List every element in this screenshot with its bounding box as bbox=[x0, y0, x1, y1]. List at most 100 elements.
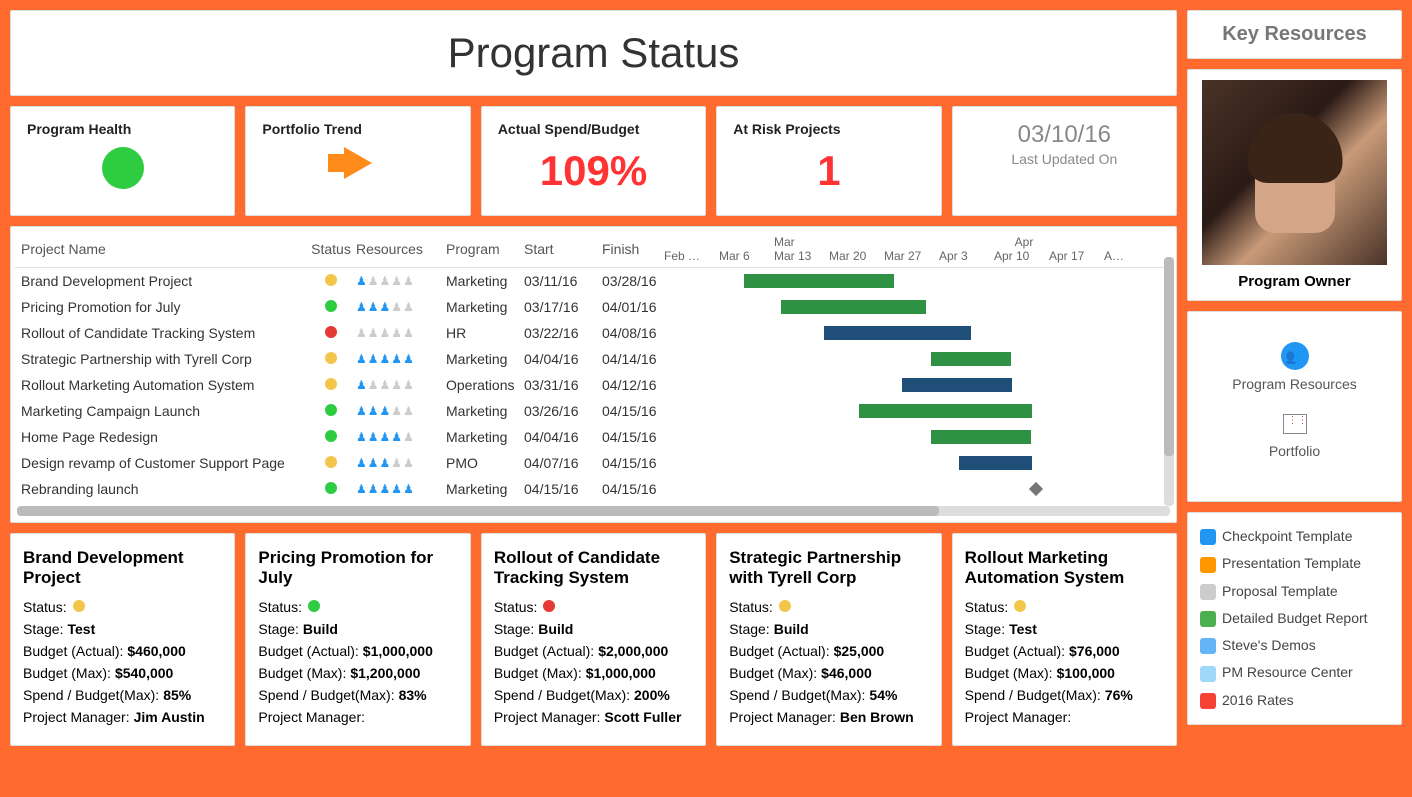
resource-link[interactable]: Presentation Template bbox=[1200, 550, 1389, 577]
status-dot-icon bbox=[325, 326, 337, 338]
table-row[interactable]: Home Page Redesign♟♟♟♟♟Marketing04/04/16… bbox=[15, 424, 1172, 450]
kpi-at-risk: At Risk Projects 1 bbox=[716, 106, 941, 216]
card-field-value: $100,000 bbox=[1057, 665, 1115, 681]
resource-icon: ♟ bbox=[356, 404, 367, 418]
resource-icon: ♟ bbox=[403, 456, 414, 470]
resource-icon: ♟ bbox=[403, 300, 414, 314]
resource-link[interactable]: Proposal Template bbox=[1200, 578, 1389, 605]
card-field-label: Stage: bbox=[23, 621, 63, 637]
resource-icon: ♟ bbox=[368, 274, 379, 288]
card-title: Pricing Promotion for July bbox=[258, 548, 457, 589]
timeline-week: Mar 20 bbox=[829, 249, 884, 263]
table-row[interactable]: Design revamp of Customer Support Page♟♟… bbox=[15, 450, 1172, 476]
card-title: Brand Development Project bbox=[23, 548, 222, 589]
resource-icon: ♟ bbox=[391, 274, 402, 288]
portfolio-link[interactable]: Portfolio bbox=[1198, 414, 1391, 459]
table-row[interactable]: Rebranding launch♟♟♟♟♟Marketing04/15/160… bbox=[15, 476, 1172, 502]
resource-icon: ♟ bbox=[380, 300, 391, 314]
card-field-label: Stage: bbox=[494, 621, 534, 637]
card-field-label: Spend / Budget(Max): bbox=[729, 687, 865, 703]
resource-link[interactable]: PM Resource Center bbox=[1200, 659, 1389, 686]
project-name: Marketing Campaign Launch bbox=[21, 403, 306, 419]
resource-icon: ♟ bbox=[403, 482, 414, 496]
col-header-status[interactable]: Status bbox=[306, 241, 356, 257]
link-label: Steve's Demos bbox=[1222, 637, 1316, 653]
gantt-bar[interactable] bbox=[931, 352, 1011, 366]
updated-date: 03/10/16 bbox=[969, 121, 1160, 149]
program-resources-link[interactable]: 👥 Program Resources bbox=[1198, 342, 1391, 392]
card-field-value: Ben Brown bbox=[840, 709, 914, 725]
resource-link[interactable]: Detailed Budget Report bbox=[1200, 605, 1389, 632]
resource-icon: ♟ bbox=[380, 352, 391, 366]
program-cell: Operations bbox=[446, 377, 524, 393]
project-card[interactable]: Strategic Partnership with Tyrell Corp St… bbox=[716, 533, 941, 746]
status-dot-icon bbox=[325, 274, 337, 286]
table-row[interactable]: Pricing Promotion for July♟♟♟♟♟Marketing… bbox=[15, 294, 1172, 320]
table-row[interactable]: Rollout Marketing Automation System♟♟♟♟♟… bbox=[15, 372, 1172, 398]
card-field-value: $1,200,000 bbox=[350, 665, 420, 681]
project-card[interactable]: Rollout Marketing Automation SystemStatu… bbox=[952, 533, 1177, 746]
status-dot-icon bbox=[308, 600, 320, 612]
start-cell: 04/04/16 bbox=[524, 429, 602, 445]
project-name: Rebranding launch bbox=[21, 481, 306, 497]
card-field-value: Test bbox=[1009, 621, 1037, 637]
resource-link[interactable]: Checkpoint Template bbox=[1200, 523, 1389, 550]
card-title: Rollout of Candidate Tracking System bbox=[494, 548, 693, 589]
resource-icon: ♟ bbox=[356, 326, 367, 340]
cards-row: Brand Development ProjectStatus:Stage:Te… bbox=[10, 533, 1177, 746]
start-cell: 04/07/16 bbox=[524, 455, 602, 471]
link-label: Detailed Budget Report bbox=[1222, 610, 1368, 626]
gantt-bar[interactable] bbox=[859, 404, 1032, 418]
card-title: Strategic Partnership with Tyrell Corp bbox=[729, 548, 928, 589]
owner-avatar[interactable] bbox=[1202, 80, 1387, 265]
resource-icon: ♟ bbox=[368, 482, 379, 496]
table-row[interactable]: Rollout of Candidate Tracking System♟♟♟♟… bbox=[15, 320, 1172, 346]
project-card[interactable]: Pricing Promotion for JulyStatus:Stage:B… bbox=[245, 533, 470, 746]
gantt-bar[interactable] bbox=[744, 274, 894, 288]
status-dot-icon bbox=[1014, 600, 1026, 612]
table-row[interactable]: Marketing Campaign Launch♟♟♟♟♟Marketing0… bbox=[15, 398, 1172, 424]
kpi-spend-budget: Actual Spend/Budget 109% bbox=[481, 106, 706, 216]
card-field-label: Project Manager: bbox=[494, 709, 601, 725]
project-card[interactable]: Rollout of Candidate Tracking System Stat… bbox=[481, 533, 706, 746]
table-row[interactable]: Strategic Partnership with Tyrell Corp♟♟… bbox=[15, 346, 1172, 372]
col-header-name[interactable]: Project Name bbox=[21, 241, 306, 257]
resource-icon: ♟ bbox=[403, 404, 414, 418]
start-cell: 03/17/16 bbox=[524, 299, 602, 315]
resource-icon: ♟ bbox=[403, 326, 414, 340]
card-field-label: Stage: bbox=[965, 621, 1005, 637]
resource-link[interactable]: 2016 Rates bbox=[1200, 687, 1389, 714]
file-icon bbox=[1200, 584, 1216, 600]
kpi-row: Program Health Portfolio Trend Actual Sp… bbox=[10, 106, 1177, 216]
resource-icon: ♟ bbox=[391, 352, 402, 366]
col-header-program[interactable]: Program bbox=[446, 241, 524, 257]
col-header-start[interactable]: Start bbox=[524, 241, 602, 257]
card-field-value: Build bbox=[303, 621, 338, 637]
gantt-bar[interactable] bbox=[902, 378, 1012, 392]
vertical-scrollbar[interactable] bbox=[1164, 257, 1174, 506]
gantt-bar[interactable] bbox=[931, 430, 1031, 444]
risk-value: 1 bbox=[817, 147, 840, 194]
col-header-finish[interactable]: Finish bbox=[602, 241, 664, 257]
file-icon bbox=[1200, 557, 1216, 573]
gantt-bar[interactable] bbox=[781, 300, 926, 314]
horizontal-scrollbar[interactable] bbox=[17, 506, 1170, 516]
col-header-resources[interactable]: Resources bbox=[356, 241, 446, 257]
card-field-label: Status: bbox=[729, 599, 773, 615]
card-field-label: Budget (Actual): bbox=[494, 643, 594, 659]
timeline-week: A… bbox=[1104, 249, 1159, 263]
status-dot-icon bbox=[543, 600, 555, 612]
timeline-week: Mar 6 bbox=[719, 249, 774, 263]
links-panel: Checkpoint TemplatePresentation Template… bbox=[1187, 512, 1402, 725]
resource-icon: ♟ bbox=[368, 300, 379, 314]
card-field-value: $1,000,000 bbox=[586, 665, 656, 681]
table-row[interactable]: Brand Development Project♟♟♟♟♟Marketing0… bbox=[15, 268, 1172, 294]
gantt-bar[interactable] bbox=[824, 326, 971, 340]
resource-icon: ♟ bbox=[368, 326, 379, 340]
project-card[interactable]: Brand Development ProjectStatus:Stage:Te… bbox=[10, 533, 235, 746]
resource-link[interactable]: Steve's Demos bbox=[1200, 632, 1389, 659]
card-field-label: Budget (Max): bbox=[258, 665, 346, 681]
card-field-label: Status: bbox=[494, 599, 538, 615]
gantt-bar[interactable] bbox=[959, 456, 1032, 470]
card-field-value: $2,000,000 bbox=[598, 643, 668, 659]
